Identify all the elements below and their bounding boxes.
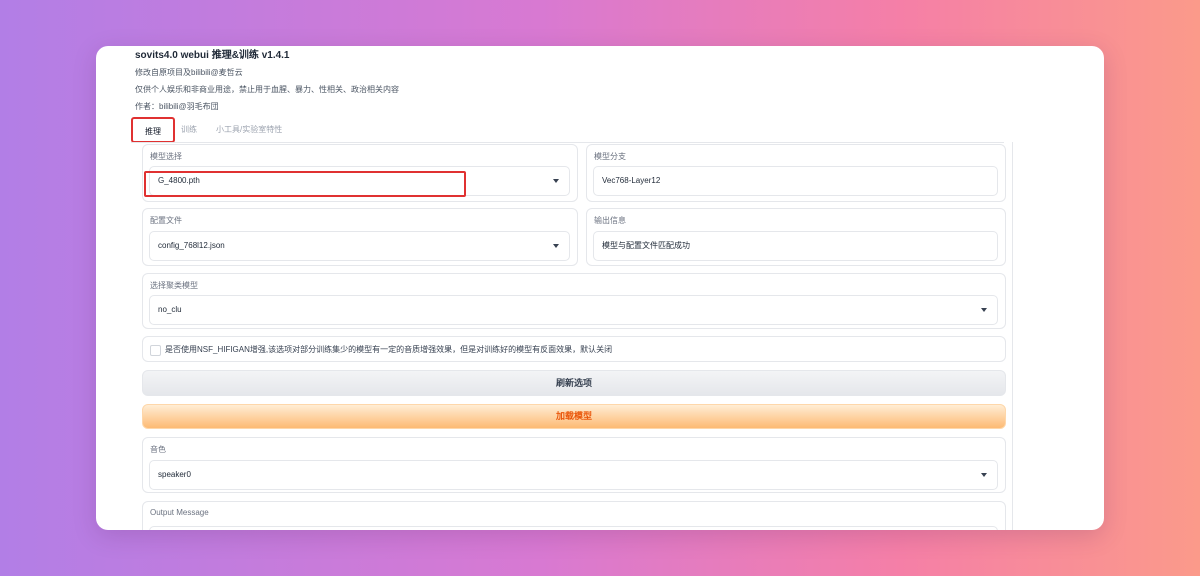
panel-edge <box>1012 142 1013 530</box>
output-info-field: 模型与配置文件匹配成功 <box>593 231 998 261</box>
speaker-label: 音色 <box>150 445 166 454</box>
model-branch-value: Vec768-Layer12 <box>602 176 661 185</box>
cluster-model-dropdown[interactable]: no_clu <box>149 295 998 325</box>
tab-bar: 推理 训练 小工具/实验室特性 <box>131 117 1004 143</box>
tab-tools[interactable]: 小工具/实验室特性 <box>216 117 282 143</box>
config-file-value: config_768l12.json <box>158 241 225 250</box>
speaker-block: 音色 speaker0 <box>142 437 1006 493</box>
refresh-options-button[interactable]: 刷新选项 <box>142 370 1006 396</box>
speaker-dropdown[interactable]: speaker0 <box>149 460 998 490</box>
model-branch-block: 模型分支 Vec768-Layer12 <box>586 144 1006 202</box>
header: sovits4.0 webui 推理&训练 v1.4.1 修改自原项目及bili… <box>135 48 399 115</box>
model-branch-label: 模型分支 <box>594 152 626 161</box>
output-info-label: 输出信息 <box>594 216 626 225</box>
cluster-model-value: no_clu <box>158 305 182 314</box>
output-info-block: 输出信息 模型与配置文件匹配成功 <box>586 208 1006 266</box>
output-message-field <box>149 526 998 530</box>
config-file-block: 配置文件 config_768l12.json <box>142 208 578 266</box>
config-file-label: 配置文件 <box>150 216 182 225</box>
chevron-down-icon <box>553 179 559 183</box>
cluster-model-block: 选择聚类模型 no_clu <box>142 273 1006 329</box>
output-message-block: Output Message <box>142 501 1006 530</box>
nsf-option-block: 是否使用NSF_HIFIGAN增强,该选项对部分训练集少的模型有一定的音质增强效… <box>142 336 1006 362</box>
chevron-down-icon <box>981 473 987 477</box>
chevron-down-icon <box>553 244 559 248</box>
nsf-hifigan-checkbox[interactable] <box>150 345 161 356</box>
load-model-button[interactable]: 加载模型 <box>142 404 1006 429</box>
model-select-highlight <box>144 171 466 197</box>
output-message-label: Output Message <box>150 508 209 517</box>
tab-divider <box>131 142 1004 143</box>
output-info-value: 模型与配置文件匹配成功 <box>602 241 690 250</box>
header-line-source: 修改自原项目及bilibili@麦哲云 <box>135 68 243 77</box>
app-window: sovits4.0 webui 推理&训练 v1.4.1 修改自原项目及bili… <box>96 46 1104 530</box>
tab-inference[interactable]: 推理 <box>131 117 175 143</box>
model-select-label: 模型选择 <box>150 152 182 161</box>
tab-training[interactable]: 训练 <box>181 117 197 143</box>
config-file-dropdown[interactable]: config_768l12.json <box>149 231 570 261</box>
header-line-author: 作者：bilibili@羽毛布団 <box>135 102 219 111</box>
model-branch-field: Vec768-Layer12 <box>593 166 998 196</box>
app-title: sovits4.0 webui 推理&训练 v1.4.1 <box>135 50 290 61</box>
cluster-model-label: 选择聚类模型 <box>150 281 198 290</box>
header-line-usage: 仅供个人娱乐和非商业用途，禁止用于血腥、暴力、性相关、政治相关内容 <box>135 85 399 94</box>
nsf-hifigan-label: 是否使用NSF_HIFIGAN增强,该选项对部分训练集少的模型有一定的音质增强效… <box>165 345 613 354</box>
speaker-value: speaker0 <box>158 470 191 479</box>
chevron-down-icon <box>981 308 987 312</box>
